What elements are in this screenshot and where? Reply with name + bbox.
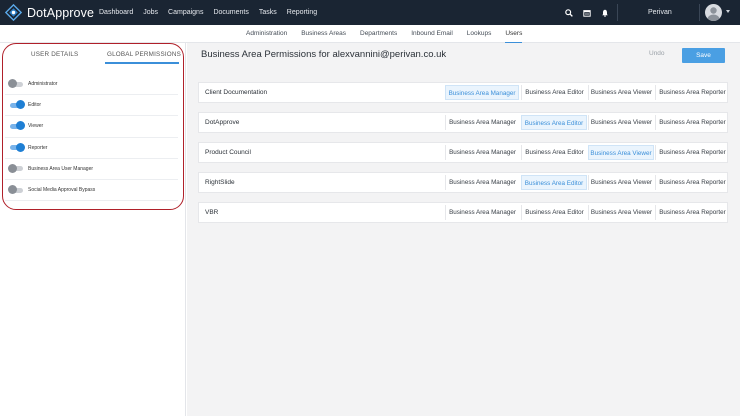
avatar[interactable] bbox=[705, 4, 722, 21]
permission-toggle[interactable] bbox=[8, 163, 24, 173]
permission-row: Reporter bbox=[5, 138, 178, 159]
permission-label: Business Area User Manager bbox=[28, 165, 94, 172]
top-icons bbox=[560, 0, 614, 25]
role-option[interactable]: Business Area Manager bbox=[445, 145, 519, 160]
tab-user-details[interactable]: USER DETAILS bbox=[31, 51, 78, 58]
role-option[interactable]: Business Area Reporter bbox=[655, 205, 729, 220]
toggle-knob bbox=[8, 163, 17, 173]
tab-global-permissions[interactable]: GLOBAL PERMISSIONS bbox=[107, 51, 181, 58]
permission-toggle[interactable] bbox=[8, 79, 24, 89]
business-area-name: RightSlide bbox=[205, 179, 235, 186]
business-area-name: DotApprove bbox=[205, 119, 240, 126]
business-area-row: DotApprove Business Area Manager Business … bbox=[198, 112, 728, 133]
permission-label: Reporter bbox=[28, 144, 48, 151]
subnav-item-inbound-email[interactable]: Inbound Email bbox=[411, 25, 453, 43]
nav-item-campaigns[interactable]: Campaigns bbox=[168, 9, 203, 16]
save-button[interactable]: Save bbox=[682, 48, 725, 63]
business-area-name: VBR bbox=[205, 209, 219, 216]
toggle-knob bbox=[16, 100, 25, 110]
subnav-item-administration[interactable]: Administration bbox=[246, 25, 287, 43]
role-option[interactable]: Business Area Editor bbox=[521, 205, 587, 220]
active-tab-indicator bbox=[105, 62, 179, 64]
subnav-item-business-areas[interactable]: Business Areas bbox=[301, 25, 346, 43]
role-option[interactable]: Business Area Reporter bbox=[655, 85, 729, 100]
user-avatar-icon bbox=[707, 7, 720, 21]
main-nav: Dashboard Jobs Campaigns Documents Tasks… bbox=[99, 0, 327, 25]
role-option[interactable]: Business Area Viewer bbox=[588, 145, 654, 160]
topbar-divider bbox=[699, 4, 700, 21]
subnav-item-users[interactable]: Users bbox=[505, 25, 523, 43]
role-option[interactable]: Business Area Viewer bbox=[588, 85, 654, 100]
subnav-item-departments[interactable]: Departments bbox=[360, 25, 397, 43]
permission-label: Editor bbox=[28, 102, 42, 109]
nav-item-tasks[interactable]: Tasks bbox=[259, 9, 277, 16]
user-name[interactable]: Perivan bbox=[648, 0, 672, 25]
nav-item-jobs[interactable]: Jobs bbox=[143, 9, 158, 16]
role-option[interactable]: Business Area Viewer bbox=[588, 175, 654, 190]
permission-list: Administrator Editor Viewer Reporter Busines… bbox=[5, 74, 178, 202]
permission-toggle[interactable] bbox=[8, 121, 25, 131]
permission-row: Administrator bbox=[5, 74, 178, 96]
permission-toggle[interactable] bbox=[8, 100, 25, 110]
undo-button[interactable]: Undo bbox=[649, 50, 665, 57]
role-option[interactable]: Business Area Manager bbox=[445, 85, 519, 100]
permission-row: Editor bbox=[5, 95, 178, 117]
toggle-knob bbox=[16, 121, 25, 131]
role-option[interactable]: Business Area Viewer bbox=[588, 115, 654, 130]
business-area-row: VBR Business Area Manager Business Area Ed… bbox=[198, 202, 728, 223]
main-content: Business Area Permissions for alexvannin… bbox=[187, 43, 740, 416]
admin-subnav: Administration Business Areas Department… bbox=[0, 25, 740, 43]
app-logo[interactable]: DotApprove bbox=[5, 3, 94, 22]
role-option[interactable]: Business Area Editor bbox=[521, 85, 587, 100]
business-area-name: Client Documentation bbox=[205, 89, 268, 96]
permission-row: Business Area User Manager bbox=[5, 159, 178, 180]
role-option[interactable]: Business Area Reporter bbox=[655, 115, 729, 130]
permission-toggle[interactable] bbox=[8, 142, 25, 152]
top-bar: DotApprove Dashboard Jobs Campaigns Docu… bbox=[0, 0, 740, 25]
toggle-knob bbox=[8, 79, 17, 89]
role-option[interactable]: Business Area Editor bbox=[521, 115, 587, 130]
role-option[interactable]: Business Area Editor bbox=[521, 145, 587, 160]
permission-row: Social Media Approval Bypass bbox=[5, 180, 178, 202]
business-area-row: Client Documentation Business Area Manage… bbox=[198, 82, 728, 103]
toggle-knob bbox=[16, 142, 25, 152]
nav-item-reporting[interactable]: Reporting bbox=[287, 9, 317, 16]
panel-tabs: USER DETAILS GLOBAL PERMISSIONS bbox=[5, 51, 181, 65]
role-option[interactable]: Business Area Reporter bbox=[655, 145, 729, 160]
permission-label: Viewer bbox=[28, 123, 44, 130]
topbar-divider bbox=[617, 4, 618, 21]
toggle-knob bbox=[8, 185, 17, 195]
role-option[interactable]: Business Area Editor bbox=[521, 175, 587, 190]
business-area-row: Product Council Business Area Manager Busi… bbox=[198, 142, 728, 163]
permission-toggle[interactable] bbox=[8, 185, 24, 195]
role-option[interactable]: Business Area Manager bbox=[445, 115, 519, 130]
search-icon[interactable] bbox=[560, 0, 578, 25]
nav-item-documents[interactable]: Documents bbox=[213, 9, 248, 16]
app-name: DotApprove bbox=[27, 5, 95, 20]
business-area-row: RightSlide Business Area Manager Business … bbox=[198, 172, 728, 193]
permission-row: Viewer bbox=[5, 116, 178, 138]
calendar-icon[interactable] bbox=[578, 0, 596, 25]
logo-icon bbox=[5, 4, 22, 21]
role-option[interactable]: Business Area Manager bbox=[445, 205, 519, 220]
bell-icon[interactable] bbox=[596, 0, 614, 25]
role-option[interactable]: Business Area Manager bbox=[445, 175, 519, 190]
permission-label: Social Media Approval Bypass bbox=[28, 187, 96, 194]
business-area-name: Product Council bbox=[205, 149, 251, 156]
nav-item-dashboard[interactable]: Dashboard bbox=[99, 9, 133, 16]
role-option[interactable]: Business Area Reporter bbox=[655, 175, 729, 190]
page-title: Business Area Permissions for alexvannin… bbox=[201, 49, 447, 60]
permission-label: Administrator bbox=[28, 81, 58, 88]
subnav-item-lookups[interactable]: Lookups bbox=[467, 25, 492, 43]
role-option[interactable]: Business Area Viewer bbox=[588, 205, 654, 220]
chevron-down-icon[interactable] bbox=[726, 10, 730, 13]
